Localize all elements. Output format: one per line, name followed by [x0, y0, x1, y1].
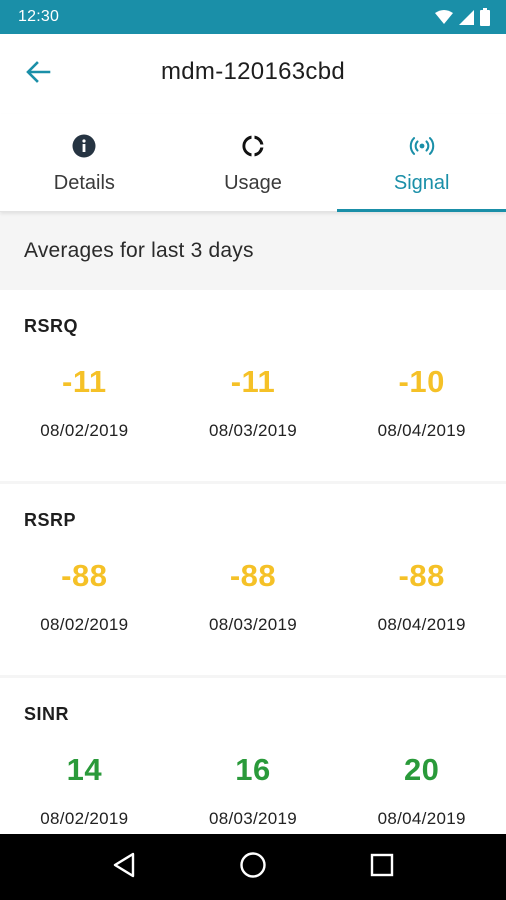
tab-label: Details	[53, 172, 115, 194]
recents-square-icon	[370, 853, 394, 882]
metric-value: -88	[398, 558, 445, 593]
signal-broadcast-icon	[408, 132, 436, 160]
metric-value: -10	[398, 364, 445, 399]
metric-date: 08/04/2019	[377, 421, 466, 440]
metric-name: SINR	[24, 704, 70, 724]
back-triangle-icon	[112, 852, 136, 883]
nav-recents-button[interactable]	[352, 842, 412, 892]
metric-row: -11 08/02/2019 -11 08/03/2019 -10 08/04/…	[0, 365, 506, 441]
metric-value: 20	[403, 752, 440, 787]
status-icons	[435, 8, 490, 26]
screen: 12:30 mdm-120163cbd Details Usage Signal…	[0, 0, 506, 900]
metric-reading: 16 08/03/2019	[169, 753, 338, 829]
metric-row: -88 08/02/2019 -88 08/03/2019 -88 08/04/…	[0, 559, 506, 635]
metric-value: 14	[66, 752, 103, 787]
cell-signal-icon	[459, 9, 474, 25]
metric-row: 14 08/02/2019 16 08/03/2019 20 08/04/201…	[0, 753, 506, 829]
metric-date: 08/04/2019	[377, 809, 466, 828]
metric-value: -11	[62, 364, 107, 399]
status-bar: 12:30	[0, 0, 506, 34]
metric-reading: 20 08/04/2019	[337, 753, 506, 829]
wifi-icon	[435, 10, 453, 24]
back-button[interactable]	[14, 56, 62, 92]
metric-date: 08/03/2019	[208, 809, 298, 828]
metric-value: -11	[230, 364, 276, 399]
metric-date: 08/03/2019	[208, 421, 298, 440]
metric-card-rsrp: RSRP -88 08/02/2019 -88 08/03/2019 -88 0…	[0, 484, 506, 675]
page-title: mdm-120163cbd	[160, 58, 345, 85]
battery-icon	[480, 8, 490, 26]
donut-chart-icon	[239, 132, 267, 160]
tab-bar: Details Usage Signal	[0, 114, 506, 212]
arrow-back-icon	[25, 60, 51, 89]
tab-usage[interactable]: Usage	[169, 114, 338, 211]
info-icon	[70, 132, 98, 160]
metric-date: 08/02/2019	[40, 809, 129, 828]
metric-card-sinr: SINR 14 08/02/2019 16 08/03/2019 20 08/0…	[0, 678, 506, 834]
tab-signal[interactable]: Signal	[337, 114, 506, 212]
metric-date: 08/02/2019	[40, 615, 129, 634]
metric-value: 16	[235, 752, 271, 787]
tab-label: Usage	[224, 172, 282, 194]
metric-date: 08/03/2019	[208, 615, 298, 634]
metric-date: 08/04/2019	[377, 615, 466, 634]
metric-date: 08/02/2019	[40, 421, 129, 440]
metric-name: RSRQ	[24, 316, 79, 336]
metric-reading: -88 08/03/2019	[169, 559, 338, 635]
tab-label: Signal	[393, 172, 450, 194]
app-bar: mdm-120163cbd	[0, 34, 506, 114]
metric-reading: -88 08/02/2019	[0, 559, 169, 635]
metric-reading: -11 08/03/2019	[169, 365, 338, 441]
section-heading: Averages for last 3 days	[24, 239, 254, 262]
metric-name: RSRP	[24, 510, 77, 530]
metric-value: -88	[229, 558, 277, 593]
tab-indicator	[337, 209, 506, 212]
system-nav-bar	[0, 834, 506, 900]
signal-content[interactable]: Averages for last 3 days RSRQ -11 08/02/…	[0, 212, 506, 834]
metric-value: -88	[61, 558, 108, 593]
metric-reading: -11 08/02/2019	[0, 365, 169, 441]
nav-home-button[interactable]	[223, 842, 283, 892]
status-time: 12:30	[18, 8, 60, 25]
metric-card-rsrq: RSRQ -11 08/02/2019 -11 08/03/2019 -10 0…	[0, 290, 506, 481]
home-circle-icon	[239, 851, 267, 884]
metric-reading: -88 08/04/2019	[337, 559, 506, 635]
tab-details[interactable]: Details	[0, 114, 169, 211]
nav-back-button[interactable]	[94, 842, 154, 892]
metric-reading: -10 08/04/2019	[337, 365, 506, 441]
metric-reading: 14 08/02/2019	[0, 753, 169, 829]
